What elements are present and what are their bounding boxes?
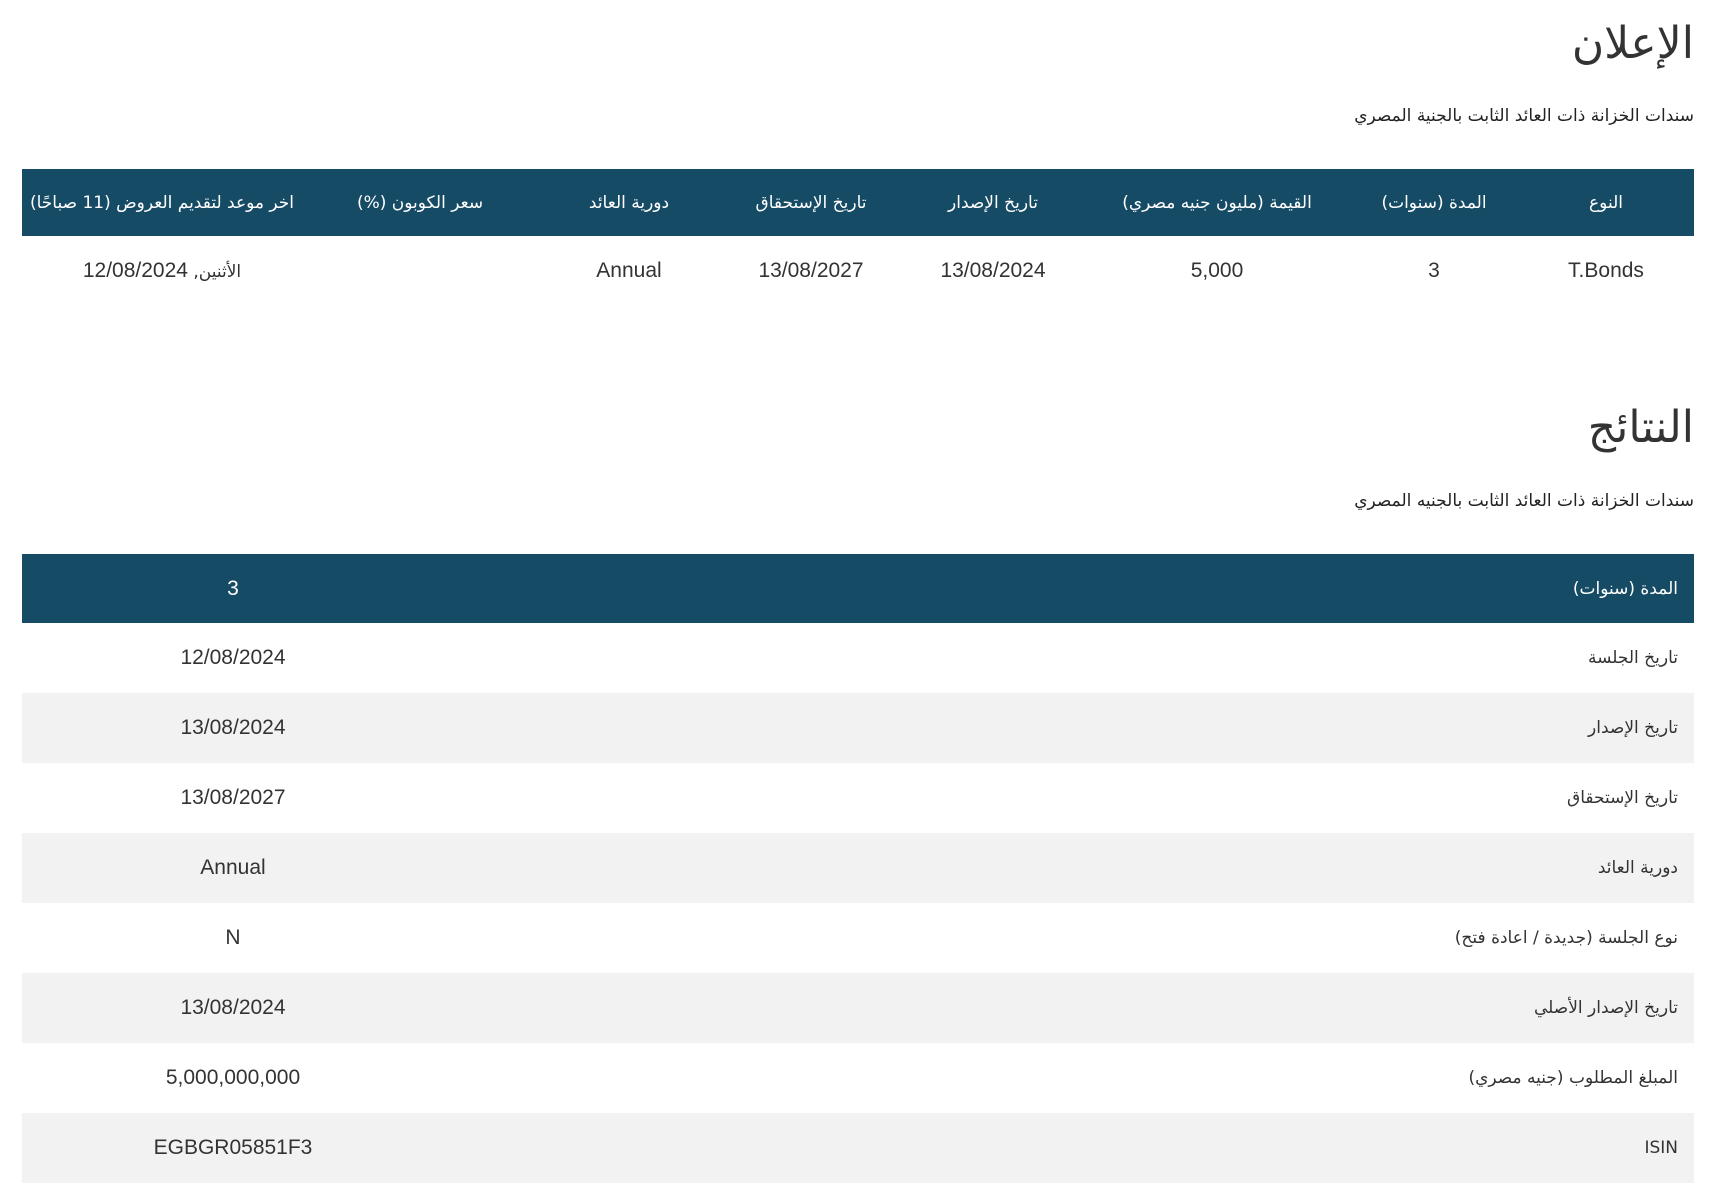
col-issue-date: تاريخ الإصدار xyxy=(902,169,1084,236)
col-type: النوع xyxy=(1518,169,1694,236)
col-coupon: سعر الكوبون (%) xyxy=(302,169,538,236)
table-row: تاريخ الجلسة 12/08/2024 xyxy=(22,623,1694,693)
row-value: 13/08/2024 xyxy=(22,973,444,1043)
table-row: تاريخ الإستحقاق 13/08/2027 xyxy=(22,763,1694,833)
row-label: المبلغ المطلوب (جنيه مصري) xyxy=(1468,1068,1678,1088)
table-row: نوع الجلسة (جديدة / اعادة فتح) N xyxy=(22,903,1694,973)
cell-coupon xyxy=(302,236,538,306)
cell-maturity-date: 13/08/2027 xyxy=(758,259,864,282)
row-value: 5,000,000,000 xyxy=(165,1066,301,1089)
col-amount: القيمة (مليون جنيه مصري) xyxy=(1084,169,1350,236)
table-row: تاريخ الإصدار 13/08/2024 xyxy=(22,693,1694,763)
row-label: نوع الجلسة (جديدة / اعادة فتح) xyxy=(1454,928,1678,948)
row-label: تاريخ الجلسة xyxy=(1587,648,1678,668)
cell-amount: 5,000 xyxy=(1190,259,1244,282)
announcement-table: النوع المدة (سنوات) القيمة (مليون جنيه م… xyxy=(22,169,1694,306)
results-header-row: المدة (سنوات) 3 xyxy=(22,554,1694,623)
row-value: EGBGR05851F3 xyxy=(22,1113,444,1183)
table-row: المبلغ المطلوب (جنيه مصري) 5,000,000,000 xyxy=(22,1043,1694,1113)
results-subtitle: سندات الخزانة ذات العائد الثابت بالجنيه … xyxy=(1354,491,1694,511)
row-value: Annual xyxy=(22,833,444,903)
table-row: دورية العائد Annual xyxy=(22,833,1694,903)
row-value: 13/08/2024 xyxy=(22,693,444,763)
results-header-label: المدة (سنوات) xyxy=(444,554,1694,623)
cell-tenor: 3 xyxy=(1428,259,1440,282)
row-value: 13/08/2027 xyxy=(180,786,286,809)
results-title: النتائج xyxy=(1587,402,1694,453)
deadline-day: الأثنين, xyxy=(193,262,242,282)
announcement-title: الإعلان xyxy=(1571,18,1694,69)
results-table: المدة (سنوات) 3 تاريخ الجلسة 12/08/2024 … xyxy=(22,554,1694,1183)
row-label: تاريخ الإصدار xyxy=(444,693,1694,763)
row-label: تاريخ الإصدار الأصلي xyxy=(444,973,1694,1043)
row-label: دورية العائد xyxy=(444,833,1694,903)
table-row: تاريخ الإصدار الأصلي 13/08/2024 xyxy=(22,973,1694,1043)
cell-deadline: الأثنين, 12/08/2024 xyxy=(22,236,302,306)
row-label: تاريخ الإستحقاق xyxy=(1567,788,1678,808)
deadline-date: 12/08/2024 xyxy=(82,259,188,282)
table-row: T.Bonds 3 5,000 13/08/2024 13/08/2027 An… xyxy=(22,236,1694,306)
row-label: ISIN xyxy=(444,1113,1694,1183)
col-deadline: اخر موعد لتقديم العروض (11 صباحًا) xyxy=(22,169,302,236)
cell-issue-date: 13/08/2024 xyxy=(940,259,1046,282)
row-value: 12/08/2024 xyxy=(180,646,286,669)
cell-frequency: Annual xyxy=(596,259,662,282)
col-maturity-date: تاريخ الإستحقاق xyxy=(720,169,902,236)
row-value: N xyxy=(225,926,241,949)
col-tenor: المدة (سنوات) xyxy=(1350,169,1518,236)
announcement-header-row: النوع المدة (سنوات) القيمة (مليون جنيه م… xyxy=(22,169,1694,236)
announcement-subtitle: سندات الخزانة ذات العائد الثابت بالجنية … xyxy=(1354,106,1694,126)
table-row: ISIN EGBGR05851F3 xyxy=(22,1113,1694,1183)
cell-type: T.Bonds xyxy=(1568,259,1644,282)
results-header-value: 3 xyxy=(22,554,444,623)
col-frequency: دورية العائد xyxy=(538,169,720,236)
